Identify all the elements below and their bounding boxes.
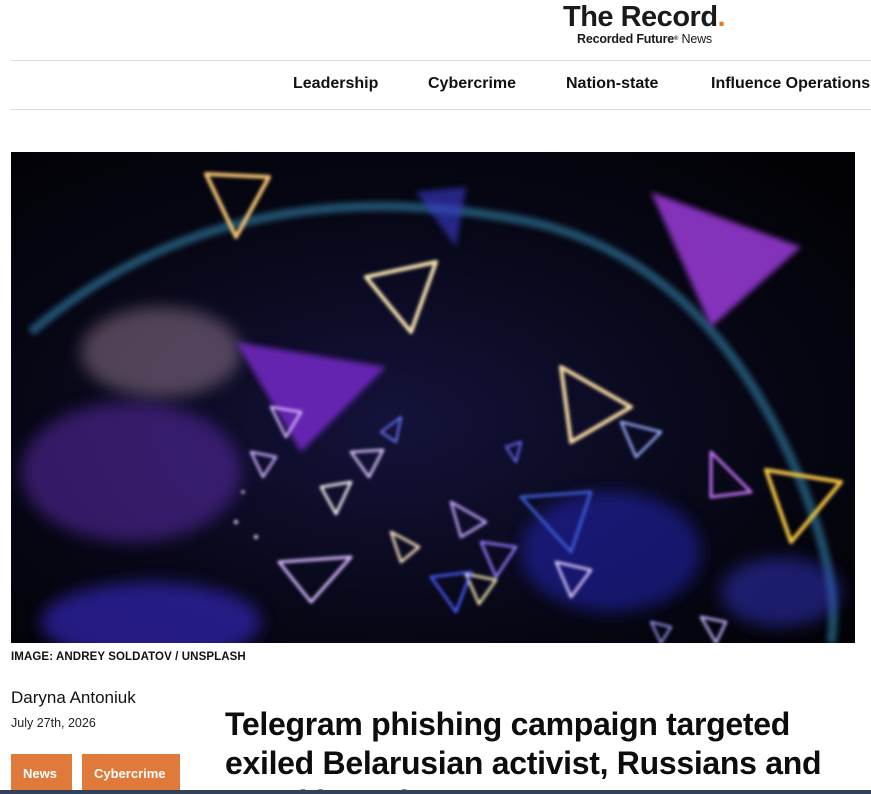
header-divider-top [11,60,871,61]
hero-image [11,152,855,643]
logo-dot: . [717,1,726,33]
nav-item-influence-operations[interactable]: Influence Operations [711,75,870,93]
article-headline: Telegram phishing campaign targeted exil… [225,706,822,794]
header-divider-bottom [11,109,871,110]
image-caption: IMAGE: ANDREY SOLDATOV / UNSPLASH [11,651,246,663]
logo-title: The Record. [563,1,726,33]
author-name[interactable]: Daryna Antoniuk [11,688,136,708]
tag-cybercrime[interactable]: Cybercrime [82,754,180,794]
site-logo[interactable]: The Record. Recorded Future® News [563,2,743,46]
tag-news[interactable]: News [11,754,72,794]
bottom-scroll-edge [0,790,871,794]
publish-date: July 27th, 2026 [11,716,96,730]
nav-item-nation-state[interactable]: Nation-state [566,75,658,93]
logo-subtitle: Recorded Future® News [577,32,712,46]
nav-item-cybercrime[interactable]: Cybercrime [428,75,516,93]
nav-item-leadership[interactable]: Leadership [293,75,378,93]
